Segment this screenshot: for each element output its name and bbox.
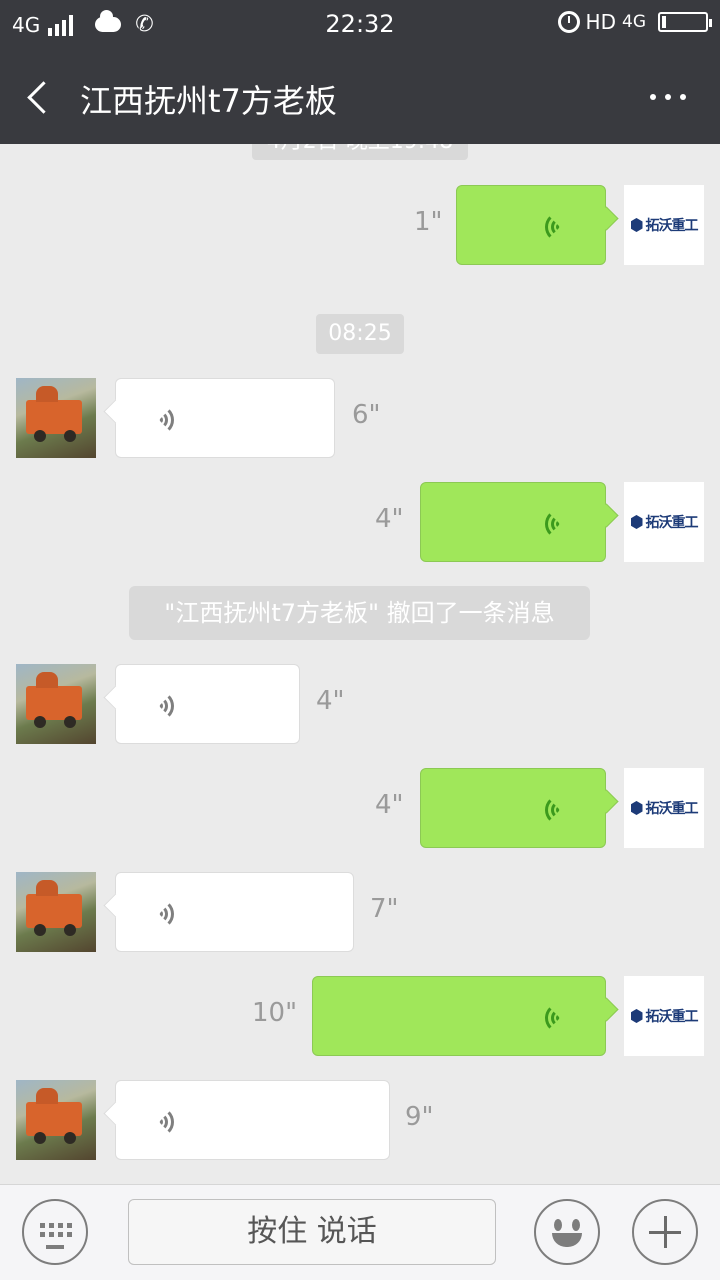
- machine-photo: [26, 672, 82, 720]
- avatar[interactable]: [16, 1080, 96, 1160]
- voice-wave-icon: [146, 1107, 174, 1137]
- voice-duration: 1": [414, 207, 443, 237]
- emoji-icon[interactable]: [534, 1199, 600, 1265]
- voice-wave-icon: [545, 795, 573, 825]
- status-bar: 4G ✆ 22:32 HD 4G: [0, 0, 720, 50]
- machine-photo: [26, 880, 82, 928]
- brand-logo-icon: [630, 218, 643, 232]
- voice-duration: 9": [405, 1102, 434, 1132]
- hd-label: HD: [585, 10, 616, 34]
- voice-message-sent[interactable]: [420, 482, 606, 562]
- brand-logo-icon: [630, 1009, 643, 1023]
- voice-message-sent[interactable]: [420, 768, 606, 848]
- avatar[interactable]: 拓沃重工: [624, 768, 704, 848]
- network-label-right: 4G: [622, 12, 646, 32]
- back-arrow-icon[interactable]: [24, 78, 60, 116]
- battery-icon: [658, 12, 712, 32]
- voice-duration: 4": [375, 504, 404, 534]
- timestamp: 08:25: [316, 314, 404, 354]
- voice-message-sent[interactable]: [312, 976, 606, 1056]
- voice-duration: 7": [370, 894, 399, 924]
- recall-notice: "江西抚州t7方老板" 撤回了一条消息: [129, 586, 590, 640]
- voice-wave-icon: [146, 405, 174, 435]
- input-bar: 按住 说话: [0, 1184, 720, 1280]
- top-bar: 4G ✆ 22:32 HD 4G 江西抚州t7方老板: [0, 0, 720, 144]
- voice-wave-icon: [545, 1003, 573, 1033]
- avatar[interactable]: [16, 378, 96, 458]
- machine-photo: [26, 386, 82, 434]
- voice-wave-icon: [545, 212, 573, 242]
- voice-wave-icon: [545, 509, 573, 539]
- avatar[interactable]: 拓沃重工: [624, 482, 704, 562]
- avatar[interactable]: 拓沃重工: [624, 185, 704, 265]
- brand-logo-icon: [630, 801, 643, 815]
- keyboard-icon[interactable]: [22, 1199, 88, 1265]
- plus-icon[interactable]: [632, 1199, 698, 1265]
- voice-message-received[interactable]: [115, 1080, 390, 1160]
- timestamp: 4月2日 晚上19:48: [252, 144, 468, 160]
- machine-photo: [26, 1088, 82, 1136]
- avatar[interactable]: 拓沃重工: [624, 976, 704, 1056]
- voice-message-received[interactable]: [115, 872, 354, 952]
- voice-message-sent[interactable]: [456, 185, 606, 265]
- voice-duration: 6": [352, 400, 381, 430]
- hold-to-talk-button[interactable]: 按住 说话: [128, 1199, 496, 1265]
- voice-duration: 4": [316, 686, 345, 716]
- nav-bar: 江西抚州t7方老板: [0, 50, 720, 144]
- more-dots-icon[interactable]: [650, 94, 686, 100]
- voice-wave-icon: [146, 899, 174, 929]
- avatar[interactable]: [16, 664, 96, 744]
- chat-title: 江西抚州t7方老板: [80, 82, 337, 120]
- alarm-icon: [557, 11, 580, 33]
- avatar[interactable]: [16, 872, 96, 952]
- chat-area[interactable]: 4月2日 晚上19:48 1" 拓沃重工 08:25 6" 4" 拓沃重工 "江…: [0, 144, 720, 1184]
- voice-wave-icon: [146, 691, 174, 721]
- voice-message-received[interactable]: [115, 378, 335, 458]
- voice-duration: 4": [375, 790, 404, 820]
- brand-logo-icon: [630, 515, 643, 529]
- voice-message-received[interactable]: [115, 664, 300, 744]
- voice-duration: 10": [252, 998, 298, 1028]
